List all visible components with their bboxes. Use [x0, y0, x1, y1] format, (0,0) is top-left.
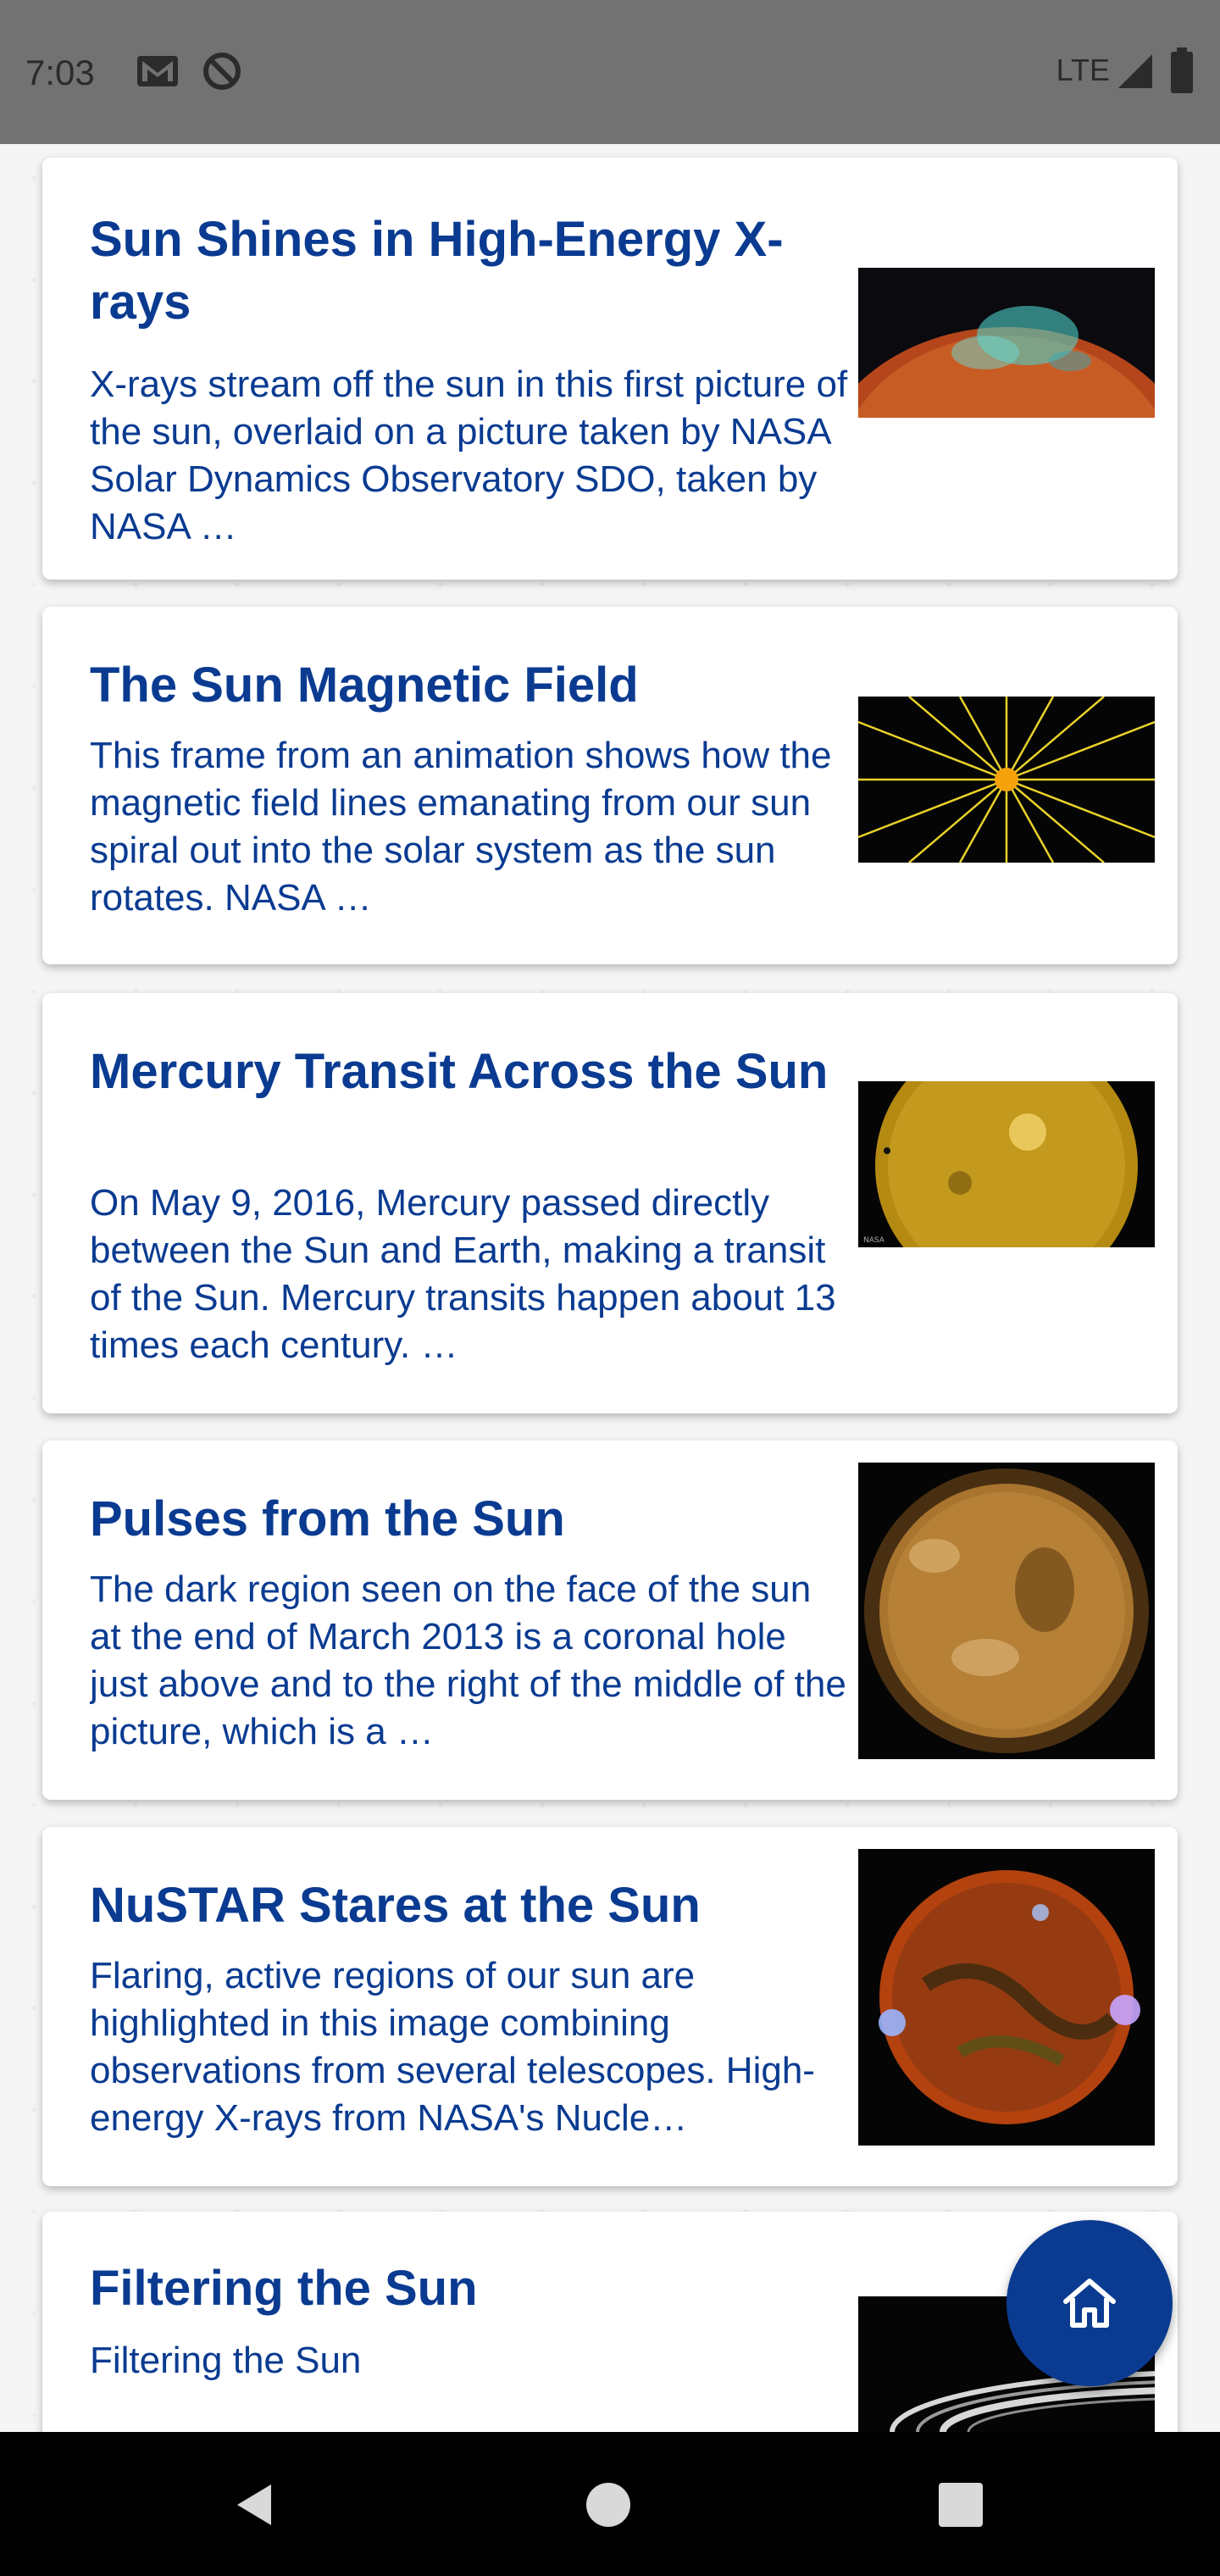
- article-card[interactable]: Pulses from the Sun The dark region seen…: [42, 1441, 1178, 1800]
- network-label: LTE: [1056, 53, 1110, 87]
- article-card[interactable]: Filtering the Sun Filtering the Sun: [42, 2212, 1178, 2432]
- article-card[interactable]: The Sun Magnetic Field This frame from a…: [42, 607, 1178, 964]
- nustar-sun-image: [858, 1849, 1155, 2146]
- article-description: On May 9, 2016, Mercury passed directly …: [90, 1182, 836, 1366]
- signal-icon: [1118, 54, 1152, 88]
- article-title: Sun Shines in High-Energy X-rays: [90, 212, 784, 330]
- article-description: X-rays stream off the sun in this first …: [90, 364, 848, 547]
- article-list[interactable]: Sun Shines in High-Energy X-rays X-rays …: [0, 144, 1220, 2432]
- back-icon[interactable]: [229, 2479, 280, 2530]
- status-time: 7:03: [25, 53, 95, 92]
- do-not-disturb-icon: [203, 53, 241, 90]
- sun-pulses-image: [858, 1463, 1155, 1759]
- home-icon: [1063, 2279, 1116, 2328]
- navigation-bar: [0, 2432, 1220, 2576]
- article-title: Mercury Transit Across the Sun: [90, 1044, 829, 1099]
- article-card[interactable]: NuSTAR Stares at the Sun Flaring, active…: [42, 1827, 1178, 2186]
- article-description: This frame from an animation shows how t…: [90, 735, 832, 919]
- gmail-icon: [137, 56, 178, 86]
- article-title: Filtering the Sun: [90, 2261, 478, 2316]
- article-description: The dark region seen on the face of the …: [90, 1568, 846, 1752]
- home-fab-button[interactable]: [1006, 2220, 1173, 2386]
- battery-icon: [1171, 47, 1193, 93]
- article-description: Flaring, active regions of our sun are h…: [90, 1955, 815, 2139]
- article-title: Pulses from the Sun: [90, 1491, 565, 1546]
- magnetic-field-image: [858, 697, 1155, 863]
- xray-sun-image: [858, 268, 1155, 418]
- article-title: NuSTAR Stares at the Sun: [90, 1878, 701, 1933]
- svg-text:NASA: NASA: [863, 1236, 885, 1245]
- mercury-transit-image: NASA: [858, 1081, 1155, 1247]
- recents-icon[interactable]: [937, 2481, 984, 2529]
- article-card[interactable]: Sun Shines in High-Energy X-rays X-rays …: [42, 158, 1178, 580]
- article-card[interactable]: Mercury Transit Across the Sun On May 9,…: [42, 993, 1178, 1413]
- home-circle-icon[interactable]: [585, 2481, 632, 2529]
- status-bar: 7:03 LTE: [0, 0, 1220, 144]
- article-title: The Sun Magnetic Field: [90, 658, 639, 713]
- article-description: Filtering the Sun: [90, 2340, 362, 2381]
